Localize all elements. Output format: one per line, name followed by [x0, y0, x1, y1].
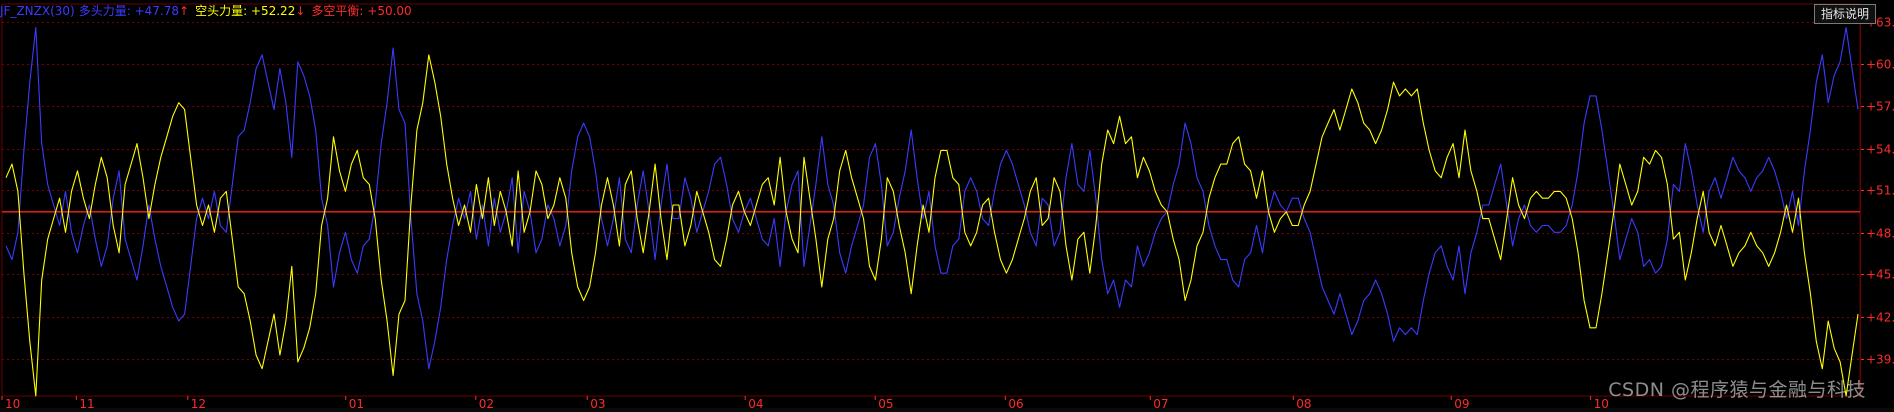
bottom-scroll-strip[interactable]	[0, 408, 1894, 412]
bull-power-label: 多头力量: +47.78	[78, 4, 179, 18]
indicator-legend: JF_ZNZX(30) 多头力量: +47.78↑ 空头力量: +52.22↓ 多空平…	[0, 4, 418, 19]
watermark: CSDN @程序猿与金融与科技	[1608, 379, 1866, 401]
balance-label: 多空平衡: +50.00	[311, 4, 412, 18]
y-tick-label: +60.87	[1866, 58, 1894, 72]
y-tick-label: +54.64	[1866, 143, 1894, 157]
indicator-name: JF_ZNZX(30)	[0, 4, 75, 18]
bull-arrow-icon: ↑	[179, 4, 190, 18]
bear-power-label: 空头力量: +52.22	[195, 4, 296, 18]
indicator-explain-button[interactable]: 指标说明	[1813, 4, 1876, 24]
plot-frame	[1, 3, 1861, 397]
indicator-chart[interactable]: +63.91+60.87+57.75+54.64+51.60+48.48+45.…	[0, 0, 1894, 412]
bear-arrow-icon: ↓	[295, 4, 306, 18]
y-tick-label: +42.32	[1866, 311, 1894, 325]
y-tick-label: +51.60	[1866, 184, 1894, 198]
y-tick-label: +57.75	[1866, 100, 1894, 114]
y-tick-label: +45.44	[1866, 268, 1894, 282]
y-tick-label: +39.21	[1866, 353, 1894, 367]
indicator-panel: +63.91+60.87+57.75+54.64+51.60+48.48+45.…	[0, 0, 1894, 412]
y-tick-label: +48.48	[1866, 227, 1894, 241]
